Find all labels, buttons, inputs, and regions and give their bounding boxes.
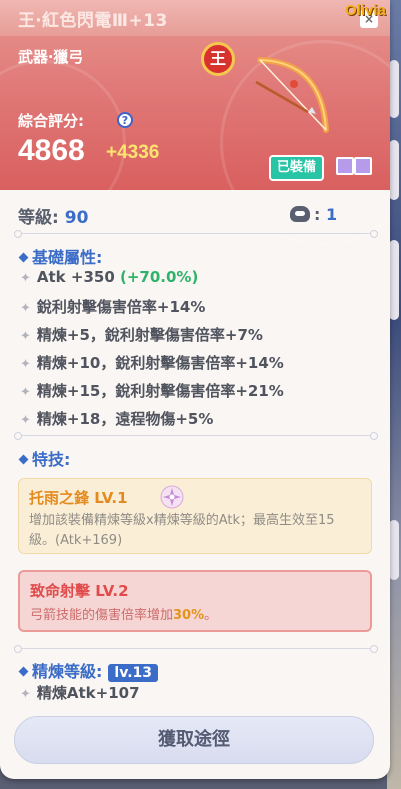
refine-bonus-line: ✦ 精煉Atk+107 <box>20 684 140 702</box>
hunting-bow-icon <box>255 57 329 133</box>
item-detail-card: 王‧紅色閃電Ⅲ+13 × 武器‧獵弓 王 綜合評分: ? 4868 +4336 … <box>0 0 390 779</box>
king-emblem-icon: 王 <box>201 42 235 76</box>
skill-name: 托雨之鋒 LV.1 <box>29 489 128 507</box>
slot-icon <box>336 157 354 175</box>
stat-bonus: (+70.0%) <box>120 268 199 286</box>
score-bonus: +4336 <box>106 142 160 163</box>
level-row: 等級: 90 <box>18 203 88 228</box>
stat-line: ✦ 精煉+15，銳利射擊傷害倍率+21% <box>20 382 284 400</box>
sparkle-flower-icon <box>160 485 184 509</box>
refine-title: 精煉等級: lv.13 <box>18 658 158 682</box>
overall-score: 4868 <box>18 134 85 167</box>
resonance-icon <box>290 206 310 222</box>
resonance-separator: : <box>314 205 321 224</box>
divider <box>14 230 378 238</box>
stat-line: ✦ 精煉+18，遠程物傷+5% <box>20 410 214 428</box>
divider <box>14 432 378 440</box>
stat-text: 精煉+5，銳利射擊傷害倍率+7% <box>36 326 263 344</box>
refine-bonus: 精煉Atk+107 <box>36 684 140 702</box>
skill-description: 增加該裝備精煉等級x精煉等級的Atk；最高生效至15級。(Atk+169) <box>29 513 335 548</box>
help-icon[interactable]: ? <box>117 112 133 128</box>
section-title-text: 基礎屬性: <box>32 248 103 267</box>
refine-level-badge: lv.13 <box>108 664 158 682</box>
skill-description: 弓箭技能的傷害倍率增加30%。 <box>30 606 360 626</box>
stat-text: 精煉+15，銳利射擊傷害倍率+21% <box>36 382 284 400</box>
stat-line: ✦ 精煉+10，銳利射擊傷害倍率+14% <box>20 354 284 372</box>
section-title-text: 精煉等級: <box>32 662 103 681</box>
stat-text: 銳利射擊傷害倍率+14% <box>36 298 206 316</box>
skills-title: 特技: <box>18 446 71 470</box>
skill-card[interactable]: 托雨之鋒 LV.1 增加該裝備精煉等級x精煉等級的Atk；最高生效至15級。(A… <box>18 478 372 554</box>
resonance[interactable]: : 1 <box>290 205 337 224</box>
acquire-button[interactable]: 獲取途徑 <box>14 716 374 764</box>
skill-card[interactable]: 致命射擊 LV.2 弓箭技能的傷害倍率增加30%。 <box>18 570 372 632</box>
stat-text: 精煉+10，銳利射擊傷害倍率+14% <box>36 354 284 372</box>
stat-line: ✦ Atk +350 (+70.0%) <box>20 268 199 286</box>
score-label: 綜合評分: <box>18 112 84 130</box>
section-title-text: 特技: <box>32 450 71 469</box>
equipped-badge: 已裝備 <box>269 155 325 181</box>
item-header: 王‧紅色閃電Ⅲ+13 × 武器‧獵弓 王 綜合評分: ? 4868 +4336 … <box>0 0 390 246</box>
skill-desc-text: 弓箭技能的傷害倍率增加 <box>30 608 174 623</box>
divider <box>14 645 378 653</box>
stat-line: ✦ 銳利射擊傷害倍率+14% <box>20 298 206 316</box>
skill-desc-highlight: 30% <box>173 608 205 623</box>
level-value: 90 <box>64 208 89 228</box>
stat-text: Atk +350 <box>36 268 115 286</box>
item-category: 武器‧獵弓 <box>18 48 84 66</box>
skill-desc-end: 。 <box>204 608 218 623</box>
level-label: 等級: <box>18 208 59 228</box>
skill-name: 致命射擊 LV.2 <box>30 582 129 600</box>
stat-text: 精煉+18，遠程物傷+5% <box>36 410 214 428</box>
base-attributes-title: 基礎屬性: <box>18 244 103 268</box>
stat-line: ✦ 精煉+5，銳利射擊傷害倍率+7% <box>20 326 263 344</box>
owner-name: Olivia <box>345 2 386 19</box>
slot-icon <box>354 157 372 175</box>
resonance-value: 1 <box>325 205 338 224</box>
item-title: 王‧紅色閃電Ⅲ+13 <box>18 11 168 31</box>
